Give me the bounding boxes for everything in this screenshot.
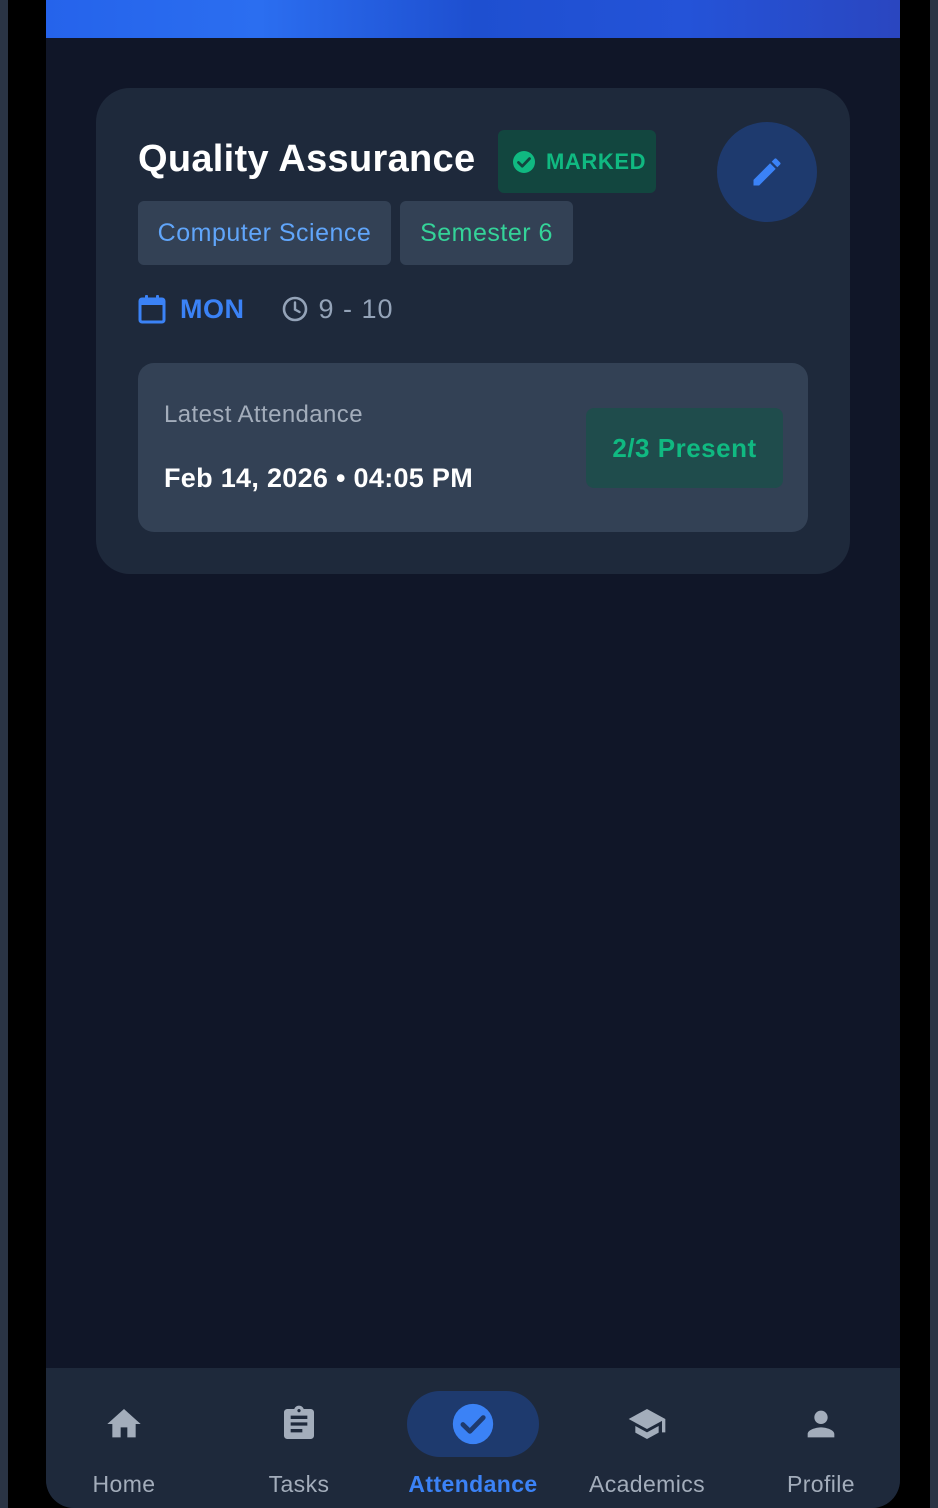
calendar-icon	[138, 295, 166, 324]
clipboard-icon	[284, 1405, 314, 1439]
latest-attendance-label: Latest Attendance	[164, 401, 363, 428]
marked-status-badge: MARKED	[498, 130, 656, 193]
latest-attendance-panel: Latest Attendance Feb 14, 2026 • 04:05 P…	[138, 363, 808, 532]
nav-icon-container	[407, 1391, 539, 1457]
pencil-icon	[753, 158, 781, 186]
app-screen: Quality Assurance MARKED Computer Scienc…	[46, 0, 900, 1508]
home-icon	[107, 1409, 141, 1438]
semester-chip: Semester 6	[400, 201, 573, 265]
nav-item-tasks[interactable]: Tasks	[214, 1368, 384, 1508]
nav-icon-container	[755, 1391, 887, 1457]
nav-item-profile[interactable]: Profile	[736, 1368, 900, 1508]
nav-item-academics[interactable]: Academics	[562, 1368, 732, 1508]
nav-label-profile: Profile	[787, 1471, 855, 1497]
nav-label-academics: Academics	[588, 1471, 706, 1497]
app-header-bar	[46, 0, 900, 38]
nav-icon-container	[58, 1391, 190, 1457]
class-attendance-card[interactable]: Quality Assurance MARKED Computer Scienc…	[96, 88, 850, 574]
bottom-navigation: Home Tasks Attendance Academics Profile	[46, 1368, 900, 1508]
check-circle-icon	[452, 1403, 494, 1445]
department-chip: Computer Science	[138, 201, 391, 265]
marked-status-label: MARKED	[546, 148, 647, 174]
class-time: 9 - 10	[318, 293, 394, 324]
nav-label-attendance: Attendance	[408, 1471, 538, 1497]
graduation-cap-icon	[628, 1409, 666, 1439]
device-frame-left	[0, 0, 8, 1508]
class-day: MON	[180, 293, 245, 324]
person-icon	[807, 1410, 835, 1438]
clock-icon	[282, 296, 307, 322]
present-count-badge: 2/3 Present	[586, 408, 783, 488]
device-frame-right	[930, 0, 938, 1508]
nav-item-attendance[interactable]: Attendance	[388, 1368, 558, 1508]
edit-attendance-button[interactable]	[717, 122, 817, 222]
nav-icon-container	[581, 1391, 713, 1457]
class-title: Quality Assurance	[138, 138, 476, 180]
nav-label-tasks: Tasks	[268, 1471, 330, 1497]
nav-item-home[interactable]: Home	[46, 1368, 209, 1508]
schedule-row: MON 9 - 10	[138, 288, 394, 330]
nav-label-home: Home	[92, 1471, 156, 1497]
latest-attendance-datetime: Feb 14, 2026 • 04:05 PM	[164, 463, 474, 493]
check-circle-icon	[513, 150, 535, 173]
nav-icon-container	[233, 1391, 365, 1457]
